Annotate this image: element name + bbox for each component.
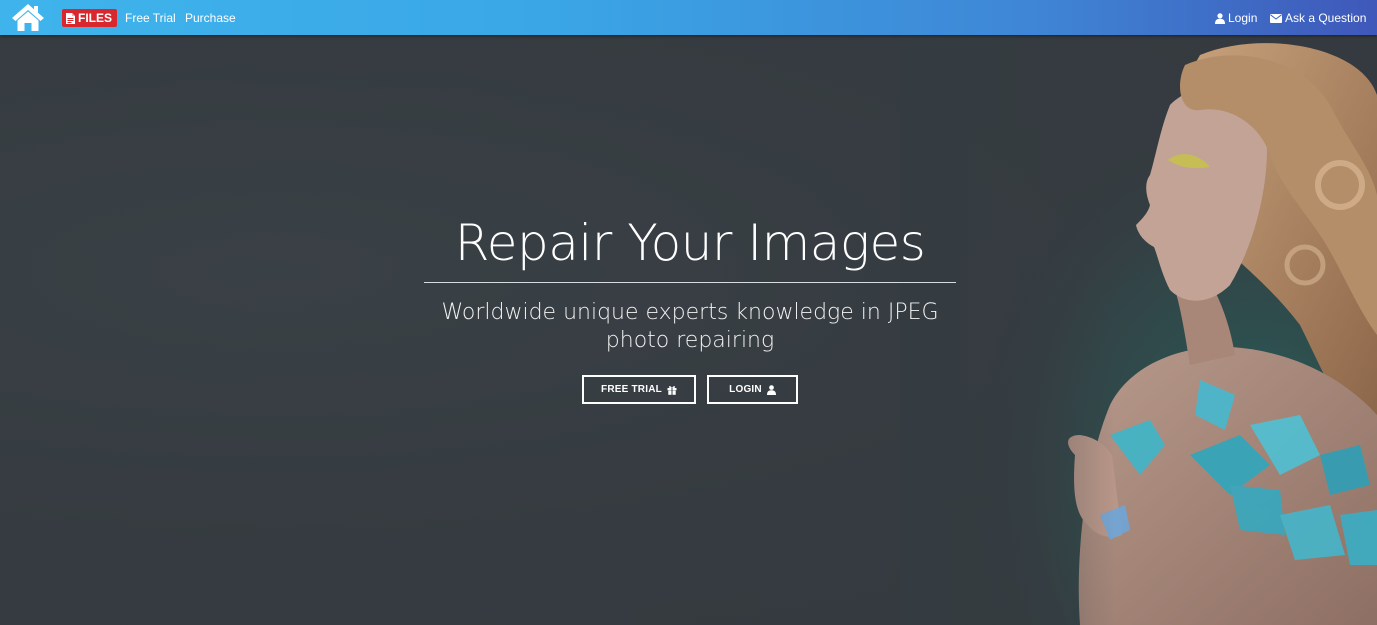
user-icon	[1215, 12, 1225, 24]
nav-free-trial-link[interactable]: Free Trial	[125, 10, 176, 26]
gift-icon	[667, 385, 677, 395]
file-pdf-icon	[66, 12, 75, 24]
nav-login-label: Login	[1228, 11, 1258, 25]
hero-divider	[424, 282, 956, 283]
home-icon	[12, 4, 44, 31]
free-trial-button-label: FREE TRIAL	[601, 384, 662, 395]
login-button[interactable]: LOGIN	[707, 375, 798, 404]
files-badge[interactable]: FILES	[62, 9, 118, 27]
login-button-label: LOGIN	[729, 384, 762, 395]
envelope-icon	[1270, 13, 1282, 23]
nav-login-link[interactable]: Login	[1215, 10, 1257, 26]
nav-ask-question-link[interactable]: Ask a Question	[1270, 10, 1366, 26]
nav-purchase-link[interactable]: Purchase	[185, 10, 236, 26]
nav-ask-question-label: Ask a Question	[1285, 11, 1367, 25]
user-icon	[766, 384, 776, 395]
top-navbar: FILES Free Trial Purchase Login Ask a Qu…	[0, 0, 1377, 35]
hero-subtitle: Worldwide unique experts knowledge in JP…	[441, 300, 939, 353]
free-trial-button[interactable]: FREE TRIAL	[582, 375, 696, 404]
hero-section: Repair Your Images Worldwide unique expe…	[0, 35, 1377, 625]
home-button[interactable]	[11, 2, 45, 32]
hero-buttons: FREE TRIAL LOGIN	[424, 375, 956, 404]
files-label: FILES	[78, 11, 113, 25]
hero-content: Repair Your Images Worldwide unique expe…	[424, 210, 956, 404]
hero-background-photo	[900, 35, 1377, 625]
hero-title: Repair Your Images	[454, 214, 926, 272]
